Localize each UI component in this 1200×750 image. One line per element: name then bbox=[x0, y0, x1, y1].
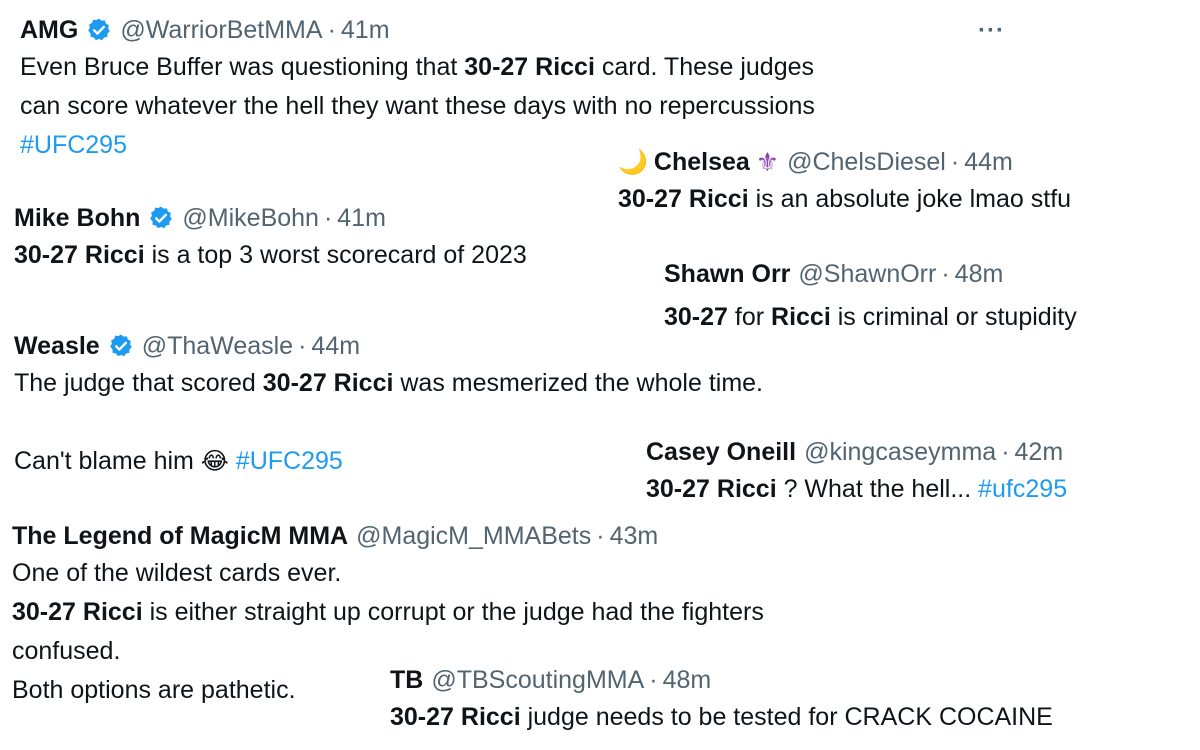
hashtag-link[interactable]: #UFC295 bbox=[20, 131, 127, 159]
tweet-header: Casey Oneill @kingcaseymma · 42m bbox=[646, 434, 1067, 470]
tweet-chelsea: 🌙 Chelsea ⚜ @ChelsDiesel · 44m 30-27 Ric… bbox=[618, 144, 1071, 219]
display-name[interactable]: Shawn Orr bbox=[664, 260, 790, 289]
tweet-amg: AMG @WarriorBetMMA · 41m Even Bruce Buff… bbox=[20, 12, 815, 165]
display-name[interactable]: AMG bbox=[20, 16, 78, 45]
tweet-text: 30-27 Ricci ? What the hell... #ufc295 bbox=[646, 475, 1068, 503]
verified-badge-icon bbox=[88, 18, 111, 41]
tweet-header: AMG @WarriorBetMMA · 41m bbox=[20, 12, 815, 48]
display-name[interactable]: Casey Oneill bbox=[646, 438, 796, 467]
separator-dot: · bbox=[327, 15, 336, 44]
timestamp[interactable]: 41m bbox=[341, 16, 390, 45]
separator-dot: · bbox=[649, 665, 658, 694]
tweet-header: Mike Bohn @MikeBohn · 41m bbox=[14, 200, 527, 236]
user-handle[interactable]: @MagicM_MMABets bbox=[356, 522, 591, 551]
user-handle[interactable]: @ChelsDiesel bbox=[787, 148, 946, 177]
tweet-text: 30-27 Ricci judge needs to be tested for… bbox=[390, 703, 1053, 731]
tweet-text: 30-27 Ricci is a top 3 worst scorecard o… bbox=[14, 241, 527, 269]
user-handle[interactable]: @MikeBohn bbox=[182, 204, 319, 233]
tweet-text: 30-27 Ricci is an absolute joke lmao stf… bbox=[618, 185, 1072, 213]
user-handle[interactable]: @WarriorBetMMA bbox=[120, 16, 322, 45]
timestamp[interactable]: 42m bbox=[1015, 438, 1064, 467]
user-handle[interactable]: @kingcaseymma bbox=[804, 438, 996, 467]
moon-emoji-icon: 🌙 bbox=[618, 148, 648, 176]
separator-dot: · bbox=[323, 203, 333, 232]
user-handle[interactable]: @ShawnOrr bbox=[798, 260, 936, 289]
fleur-de-lis-icon: ⚜ bbox=[755, 146, 780, 177]
timestamp[interactable]: 43m bbox=[610, 522, 659, 551]
timestamp[interactable]: 44m bbox=[964, 148, 1013, 177]
separator-dot: · bbox=[950, 147, 960, 176]
separator-dot: · bbox=[596, 521, 605, 550]
timestamp[interactable]: 41m bbox=[337, 204, 386, 233]
tweet-header: Shawn Orr @ShawnOrr · 48m bbox=[664, 256, 1077, 292]
display-name[interactable]: TB bbox=[390, 666, 423, 695]
tweet-casey-oneill: Casey Oneill @kingcaseymma · 42m 30-27 R… bbox=[646, 434, 1067, 509]
user-handle[interactable]: @ThaWeasle bbox=[142, 332, 293, 361]
separator-dot: · bbox=[298, 331, 307, 360]
display-name[interactable]: The Legend of MagicM MMA bbox=[12, 522, 348, 551]
hashtag-link[interactable]: #UFC295 bbox=[236, 447, 343, 475]
more-options-icon[interactable]: ··· bbox=[978, 18, 1018, 44]
hashtag-link[interactable]: #ufc295 bbox=[978, 475, 1067, 503]
display-name[interactable]: Chelsea bbox=[654, 148, 750, 177]
separator-dot: · bbox=[941, 259, 950, 288]
tweet-header: 🌙 Chelsea ⚜ @ChelsDiesel · 44m bbox=[618, 144, 1071, 180]
tweet-header: Weasle @ThaWeasle · 44m bbox=[14, 328, 763, 364]
timestamp[interactable]: 44m bbox=[311, 332, 360, 361]
tweet-header: TB @TBScoutingMMA · 48m bbox=[390, 662, 1053, 698]
user-handle[interactable]: @TBScoutingMMA bbox=[431, 666, 644, 695]
tweet-tb: TB @TBScoutingMMA · 48m 30-27 Ricci judg… bbox=[390, 662, 1053, 737]
tweet-header: The Legend of MagicM MMA @MagicM_MMABets… bbox=[12, 518, 764, 554]
tears-of-joy-emoji-icon: 😂 bbox=[200, 448, 229, 475]
verified-badge-icon bbox=[109, 334, 132, 357]
timestamp[interactable]: 48m bbox=[955, 260, 1004, 289]
display-name[interactable]: Mike Bohn bbox=[14, 204, 140, 233]
tweet-shawn-orr: Shawn Orr @ShawnOrr · 48m 30-27 for Ricc… bbox=[664, 256, 1077, 337]
tweet-mike-bohn: Mike Bohn @MikeBohn · 41m 30-27 Ricci is… bbox=[14, 200, 527, 275]
separator-dot: · bbox=[1001, 437, 1010, 466]
display-name[interactable]: Weasle bbox=[14, 332, 100, 361]
timestamp[interactable]: 48m bbox=[663, 666, 712, 695]
verified-badge-icon bbox=[150, 206, 173, 229]
